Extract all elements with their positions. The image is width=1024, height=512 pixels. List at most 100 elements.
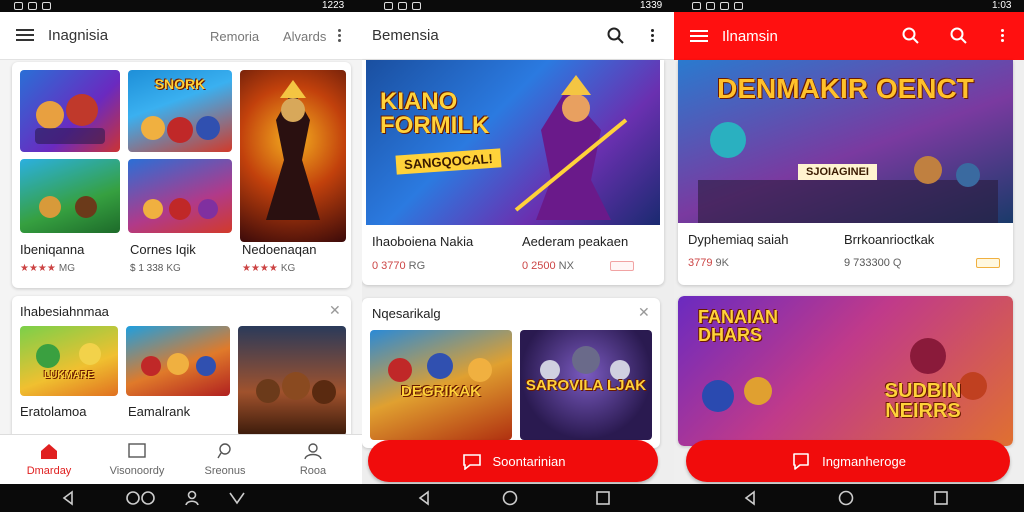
promo-card: FANAIAN DHARS SUDBIN NEIRRS: [678, 296, 1013, 446]
home-circle-icon[interactable]: [838, 490, 854, 506]
tab-alvards[interactable]: Alvards: [283, 29, 326, 44]
game-label: Cornes Iqik: [130, 242, 196, 257]
home-circle-icon[interactable]: [502, 490, 518, 506]
cta-label: Soontarinian: [492, 453, 566, 469]
app-title: Inagnisia: [48, 27, 109, 44]
game-thumb-title: SAROVILA LJAK: [525, 377, 647, 394]
status-time-1: 1223: [322, 0, 345, 11]
screen-2: Bemensia KIANO FORMILK SANGQOCAL! Ihaobo…: [362, 12, 674, 484]
rating-text: $ 1 338 KG: [130, 263, 181, 274]
game-thumb[interactable]: [238, 326, 346, 436]
section-card: Ihabesiahnmaa ✕ LUKMARE Eratolamoa Eamal…: [12, 296, 351, 446]
menu-icon[interactable]: [16, 29, 34, 42]
price-text: 0 2500 NX: [522, 260, 574, 272]
cta-button[interactable]: Soontarinian: [368, 440, 658, 482]
rating-text: ★★★★ KG: [242, 263, 296, 274]
game-thumb[interactable]: DEGRIKAK: [370, 330, 512, 440]
status-time-2: 1339: [640, 0, 663, 11]
screen-1: Inagnisia Remoria Alvards SNORK Ibeniqan…: [0, 12, 362, 484]
nav-label: Sreonus: [204, 465, 246, 477]
app-bar-3: Ilnamsin: [674, 12, 1024, 60]
promo-title: FANAIAN DHARS: [698, 307, 778, 345]
game-label: Dyphemiaq saiah: [688, 232, 789, 247]
cta-label: Ingmanheroge: [822, 453, 906, 469]
recents-icon[interactable]: [933, 490, 949, 506]
nav-item-search[interactable]: Sreonus: [182, 435, 268, 484]
badge-chip: [610, 261, 634, 271]
game-thumb[interactable]: [20, 159, 120, 233]
search-icon[interactable]: [607, 27, 625, 45]
nav-item-profile[interactable]: Rooa: [270, 435, 356, 484]
recents-icon[interactable]: [595, 490, 611, 506]
status-icons-1: [14, 0, 51, 12]
game-art: [35, 94, 105, 144]
hero-banner[interactable]: KIANO FORMILK SANGQOCAL!: [366, 60, 660, 225]
hero-banner[interactable]: DENMAKIR OENCT SJOIAGINEI: [678, 60, 1013, 223]
game-art: [143, 198, 218, 220]
game-label: Brrkoanrioctkak: [844, 232, 935, 247]
game-thumb[interactable]: [126, 326, 230, 396]
game-art: [39, 196, 97, 218]
search-icon[interactable]: [902, 27, 920, 45]
chat-icon: [793, 453, 809, 470]
app-title: Bemensia: [372, 27, 439, 44]
cta-button[interactable]: Ingmanheroge: [686, 440, 1010, 482]
hero-thumb[interactable]: [240, 70, 346, 242]
status-bar: 1223 1339 1:03: [0, 0, 1024, 12]
back-icon[interactable]: [60, 490, 76, 506]
game-label: Ibeniqanna: [20, 242, 85, 257]
badge-chip: [976, 258, 1000, 268]
game-label: Aederam peakaen: [522, 234, 629, 249]
nav-label: Visonoordy: [109, 465, 165, 477]
chat-icon: [462, 454, 481, 470]
status-icons-2: [384, 0, 421, 12]
game-thumb[interactable]: SNORK: [128, 70, 232, 152]
game-thumb-title: LUKMARE: [44, 370, 94, 381]
screenshot-collage: 1223 1339 1:03 Inagnisia Remoria Alvards…: [0, 0, 1024, 512]
nav-item-vision[interactable]: Visonoordy: [94, 435, 180, 484]
game-thumb[interactable]: SAROVILA LJAK: [520, 330, 652, 440]
section-card: Nqesarikalg ✕ DEGRIKAK SAROVILA LJAK: [362, 298, 660, 448]
home-circle-icon[interactable]: [124, 490, 158, 506]
kebab-icon[interactable]: [651, 29, 655, 43]
nav-label: Dmarday: [26, 465, 72, 477]
kebab-icon[interactable]: [1001, 29, 1005, 43]
back-icon[interactable]: [416, 490, 432, 506]
menu-icon[interactable]: [690, 29, 708, 43]
games-card: SNORK Ibeniqanna Cornes Iqik Nedoenaqan …: [12, 62, 351, 288]
user-icon[interactable]: [184, 490, 200, 506]
game-art: [141, 353, 216, 376]
section-title: Ihabesiahnmaa: [20, 304, 109, 319]
status-time-3: 1:03: [992, 0, 1012, 11]
tab-remoria[interactable]: Remoria: [210, 29, 259, 44]
hero-title: DENMAKIR OENCT: [717, 73, 974, 104]
chevron-down-icon[interactable]: [228, 490, 246, 506]
game-thumb[interactable]: [128, 159, 232, 233]
screen-3: Ilnamsin DENMAKIR OENCT SJOIAGINEI Dyphe…: [674, 12, 1024, 484]
game-art: [256, 372, 336, 404]
game-thumb[interactable]: LUKMARE: [20, 326, 118, 396]
game-thumb[interactable]: [20, 70, 120, 152]
app-bar-1: Inagnisia Remoria Alvards: [0, 12, 362, 60]
nav-item-home[interactable]: Dmarday: [6, 435, 92, 484]
nav-label: Rooa: [299, 465, 327, 477]
back-icon[interactable]: [742, 490, 758, 506]
chat-icon: [128, 443, 146, 458]
section-item-label: Eratolamoa: [20, 404, 87, 419]
close-icon[interactable]: ✕: [329, 302, 341, 319]
search-icon: [217, 443, 231, 459]
app-bar-2: Bemensia: [362, 12, 674, 60]
game-art: [36, 343, 101, 368]
search-icon[interactable]: [950, 27, 968, 45]
hero-art: [266, 80, 320, 220]
hero-title: KIANO FORMILK: [380, 88, 490, 139]
rating-text: ★★★★ MG: [20, 263, 75, 274]
kebab-icon[interactable]: [338, 29, 342, 43]
app-title: Ilnamsin: [722, 27, 778, 45]
close-icon[interactable]: ✕: [638, 304, 650, 321]
section-item-label: Eamalrank: [128, 404, 191, 419]
game-thumb-title: SNORK: [154, 76, 206, 92]
bottom-nav: Dmarday Visonoordy Sreonus Rooa: [0, 434, 362, 484]
promo-banner[interactable]: FANAIAN DHARS SUDBIN NEIRRS: [678, 296, 1013, 446]
system-nav-bar: [0, 484, 1024, 512]
